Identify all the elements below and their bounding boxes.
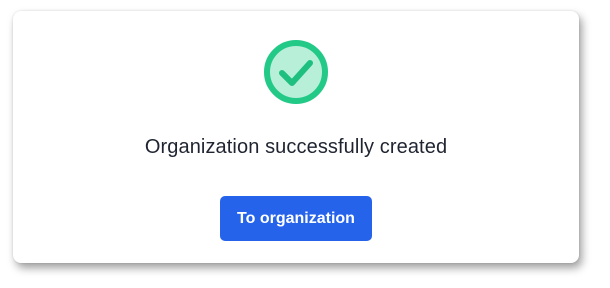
success-dialog: Organization successfully created To org…: [13, 11, 579, 263]
success-message: Organization successfully created: [144, 136, 448, 158]
to-organization-button[interactable]: To organization: [220, 196, 372, 241]
check-circle-icon: [263, 39, 329, 105]
